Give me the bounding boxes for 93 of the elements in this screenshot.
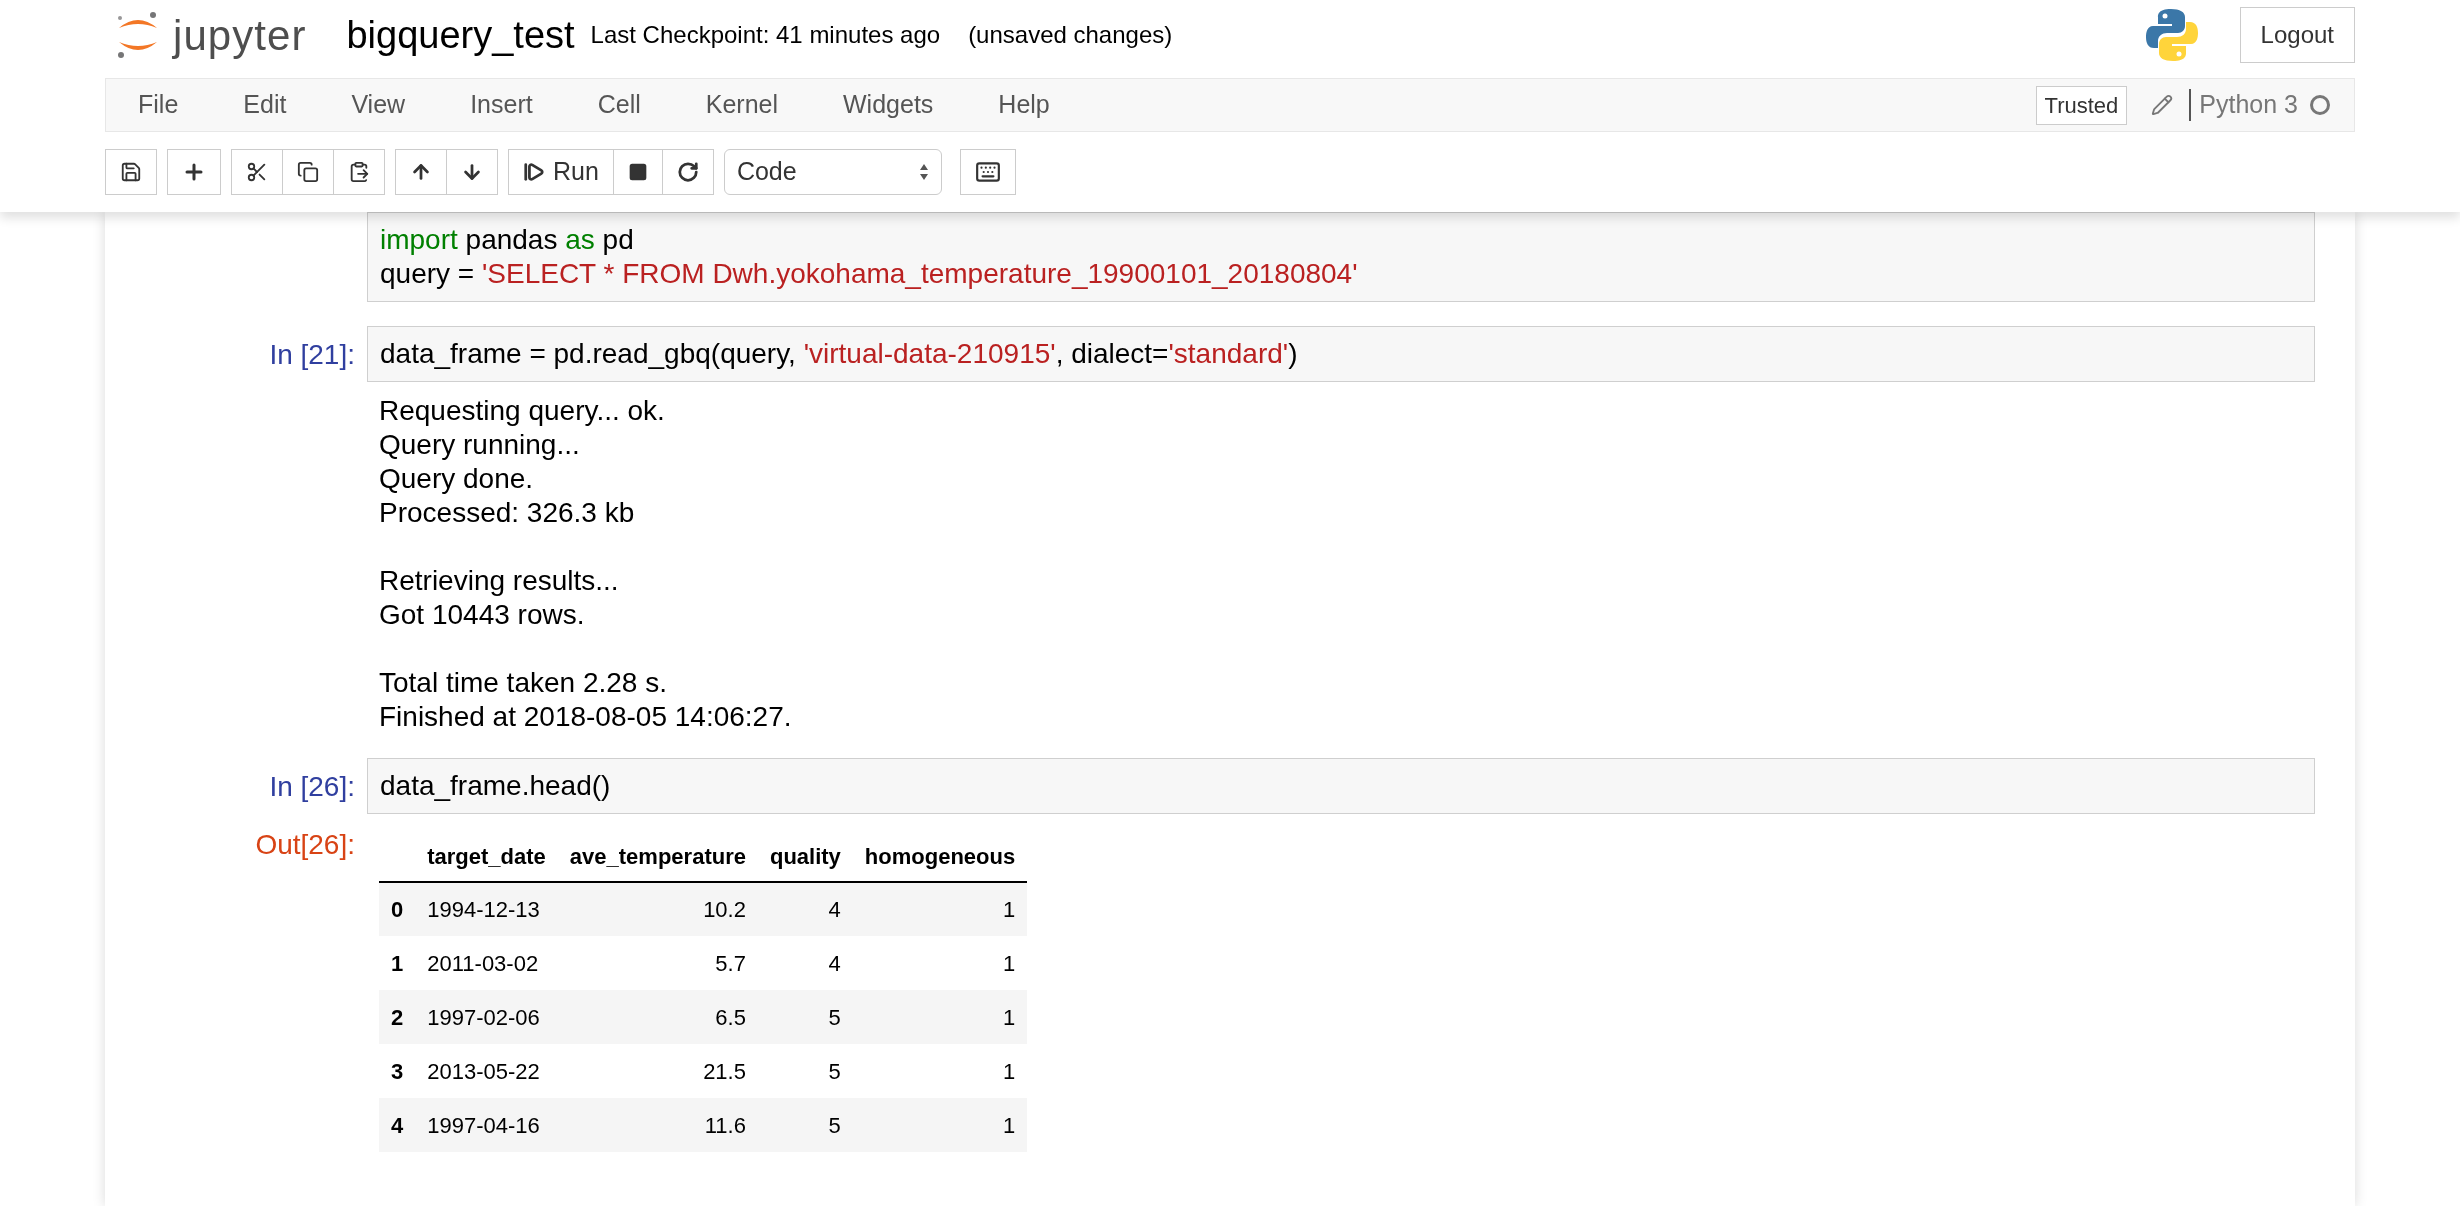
code-token: )	[1288, 338, 1298, 369]
input-prompt: In [21]:	[269, 338, 355, 372]
menu-item[interactable]: Help	[998, 86, 1050, 124]
select-arrows-icon	[918, 163, 929, 181]
column-header: homogeneous	[852, 832, 1028, 882]
code-token: 'SELECT * FROM Dwh.yokohama_temperature_19900101_20180804'	[481, 258, 1358, 289]
table-cell: 1	[852, 882, 1028, 936]
table-cell: 2011-03-02	[415, 936, 558, 990]
save-icon	[120, 161, 142, 183]
restart-icon	[676, 161, 699, 183]
keyboard-icon	[974, 159, 1001, 185]
table-cell: 4	[757, 882, 853, 936]
code-token: data_frame = pd.read_gbq(query,	[380, 338, 797, 369]
column-header: quality	[757, 832, 853, 882]
cut-button[interactable]	[231, 149, 283, 195]
row-index: 0	[379, 882, 416, 936]
table-cell: 6.5	[557, 990, 758, 1044]
table-cell: 5	[757, 1044, 853, 1098]
table-cell: 2013-05-22	[415, 1044, 558, 1098]
move-down-button[interactable]	[446, 149, 498, 195]
code-input[interactable]: data_frame.head()	[367, 758, 2315, 814]
menu-item[interactable]: Cell	[597, 86, 641, 124]
table-cell: 11.6	[557, 1098, 758, 1152]
output-line: Retrieving results...	[379, 564, 620, 598]
table-cell: 1	[852, 990, 1028, 1044]
code-input[interactable]: data_frame = pd.read_gbq(query, 'virtual-data-210915', dialect='standard')	[367, 326, 2315, 382]
output-line: Query running...	[379, 428, 581, 462]
save-button[interactable]	[105, 149, 157, 195]
checkpoint-text: Last Checkpoint: 41 minutes ago	[590, 20, 941, 50]
table-cell: 5	[757, 990, 853, 1044]
python-logo-icon	[2143, 7, 2200, 63]
output-line: Total time taken 2.28 s.	[379, 666, 668, 700]
save-status: (unsaved changes)	[968, 20, 1173, 50]
stop-icon	[627, 162, 648, 182]
menu-item[interactable]: File	[138, 86, 179, 124]
copy-icon	[297, 161, 319, 183]
code-token: query =	[380, 258, 476, 289]
row-index: 4	[379, 1098, 416, 1152]
menu-item[interactable]: View	[351, 86, 406, 124]
notebook-name[interactable]: bigquery_test	[346, 6, 575, 64]
paste-button[interactable]	[333, 149, 385, 195]
move-up-button[interactable]	[395, 149, 447, 195]
menu-item[interactable]: Edit	[243, 86, 287, 124]
add-cell-button[interactable]	[167, 149, 221, 195]
code-token: pd	[601, 224, 634, 255]
run-button[interactable]: Run	[508, 149, 614, 195]
stop-button[interactable]	[612, 149, 663, 195]
code-token: , dialect=	[1055, 338, 1169, 369]
step-forward-icon	[523, 161, 545, 183]
row-index: 1	[379, 936, 416, 990]
scissors-icon	[246, 161, 268, 183]
output-line: Finished at 2018-08-05 14:06:27.	[379, 700, 793, 734]
row-index: 2	[379, 990, 416, 1044]
output-line: Requesting query... ok.	[379, 394, 666, 428]
table-cell: 21.5	[557, 1044, 758, 1098]
row-index: 3	[379, 1044, 416, 1098]
jupyter-logo-text: jupyter	[173, 10, 307, 61]
table-cell: 5.7	[557, 936, 758, 990]
output-line: Processed: 326.3 kb	[379, 496, 636, 530]
table-cell: 5	[757, 1098, 853, 1152]
column-header: ave_temperature	[557, 832, 758, 882]
edit-mode-pencil-icon	[2151, 94, 2174, 116]
code-token: import	[380, 224, 458, 255]
table-cell: 1	[852, 1044, 1028, 1098]
input-prompt: In [26]:	[269, 770, 355, 804]
keyboard-shortcuts-button[interactable]	[959, 149, 1016, 195]
table-cell: 1	[852, 936, 1028, 990]
restart-button[interactable]	[661, 149, 714, 195]
code-token: 'virtual-data-210915'	[803, 338, 1056, 369]
copy-button[interactable]	[282, 149, 334, 195]
menu-item[interactable]: Insert	[470, 86, 533, 124]
kernel-name[interactable]: Python 3	[2199, 86, 2298, 124]
table-cell: 10.2	[557, 882, 758, 936]
code-input[interactable]: import pandas as pd query = 'SELECT * FROM Dwh.yokohama_temperature_19900101_20180804'	[367, 212, 2315, 302]
output-line: Query done.	[379, 462, 535, 496]
table-cell: 1	[852, 1098, 1028, 1152]
clipboard-icon	[348, 161, 370, 183]
table-cell: 1994-12-13	[415, 882, 558, 936]
table-cell: 1997-02-06	[415, 990, 558, 1044]
code-token: as	[565, 224, 595, 255]
code-token: data_frame.head()	[380, 770, 611, 801]
output-prompt: Out[26]:	[255, 828, 355, 862]
code-token: 'standard'	[1168, 338, 1289, 369]
menu-item[interactable]: Widgets	[843, 86, 934, 124]
trusted-badge[interactable]: Trusted	[2035, 85, 2128, 125]
logout-button[interactable]: Logout	[2239, 7, 2355, 63]
column-header: target_date	[415, 832, 558, 882]
code-token: pandas	[464, 224, 559, 255]
table-cell: 1997-04-16	[415, 1098, 558, 1152]
table-cell: 4	[757, 936, 853, 990]
menu-item[interactable]: Kernel	[705, 86, 778, 124]
cell-type-select[interactable]: Code	[723, 149, 942, 195]
output-line: Got 10443 rows.	[379, 598, 586, 632]
